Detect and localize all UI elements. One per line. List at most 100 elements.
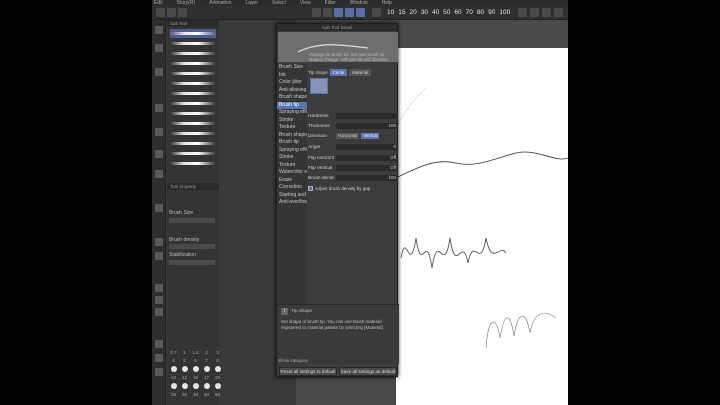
brush-icon[interactable] xyxy=(356,8,365,17)
size-preset[interactable]: 30 xyxy=(420,8,429,18)
undo-icon[interactable] xyxy=(312,8,321,17)
size-dot[interactable] xyxy=(181,366,188,372)
size-preset[interactable]: 40 xyxy=(431,8,440,18)
drawing-paper[interactable] xyxy=(395,48,568,405)
category-item[interactable]: Ink xyxy=(277,72,307,80)
brush-size-slider[interactable] xyxy=(169,218,215,223)
size-preset[interactable]: 10 xyxy=(386,8,395,18)
layer-icon[interactable] xyxy=(542,8,551,17)
new-icon[interactable] xyxy=(156,8,165,17)
category-item-selected[interactable]: Brush tip xyxy=(277,101,307,109)
pen-tool-icon[interactable] xyxy=(155,26,163,34)
dot-size[interactable]: 6 xyxy=(191,358,200,363)
brush-item[interactable] xyxy=(170,139,216,148)
category-item[interactable]: Anti-aliasing xyxy=(277,87,307,95)
reset-all-button[interactable]: Reset all settings to default xyxy=(279,367,337,376)
material-icon[interactable] xyxy=(155,284,163,292)
sphere-icon[interactable] xyxy=(155,354,163,362)
redo-icon[interactable] xyxy=(323,8,332,17)
brush-item[interactable] xyxy=(170,119,216,128)
size-preset[interactable]: 80 xyxy=(476,8,485,18)
horizontal-button[interactable]: Horizontal xyxy=(336,133,360,139)
pencil-icon[interactable] xyxy=(345,8,354,17)
brush-item[interactable] xyxy=(170,99,216,108)
dot-size[interactable]: 20 xyxy=(213,375,222,380)
figure-icon[interactable] xyxy=(155,368,163,376)
size-dot[interactable] xyxy=(170,383,177,389)
category-item[interactable]: Watercolor edge xyxy=(277,169,307,177)
flip-horizontal-value[interactable]: Off xyxy=(336,155,398,161)
dot-size[interactable]: 60 xyxy=(213,392,222,397)
thickness-row[interactable]: Thickness 100 xyxy=(308,122,398,130)
palette-icon[interactable] xyxy=(155,252,163,260)
brush-item[interactable] xyxy=(170,149,216,158)
hardness-row[interactable]: Hardness xyxy=(308,112,398,120)
size-preset[interactable]: 100 xyxy=(498,8,511,18)
brush-item[interactable] xyxy=(170,29,216,38)
dot-size[interactable]: 4 xyxy=(169,358,178,363)
category-item[interactable]: Correction xyxy=(277,184,307,192)
category-item[interactable]: Spraying effect xyxy=(277,147,307,155)
category-item[interactable]: Brush Size xyxy=(277,64,307,72)
vertical-button[interactable]: Vertical xyxy=(361,133,380,139)
brush-item[interactable] xyxy=(170,69,216,78)
category-item[interactable]: Anti-overflow xyxy=(277,199,307,207)
size-dot[interactable] xyxy=(214,383,221,389)
snap-icon[interactable] xyxy=(554,8,563,17)
material-toggle[interactable]: Material xyxy=(349,69,372,76)
angle-row[interactable]: Angle 0 xyxy=(308,143,398,151)
dot-size[interactable]: 50 xyxy=(202,392,211,397)
star-icon[interactable] xyxy=(155,204,163,212)
dot-size[interactable]: 1.5 xyxy=(191,350,200,355)
brush-item[interactable] xyxy=(170,129,216,138)
thickness-value[interactable]: 100 xyxy=(336,123,398,129)
stabilization-slider[interactable] xyxy=(169,260,215,265)
dot-size[interactable]: 30 xyxy=(180,392,189,397)
size-dot[interactable] xyxy=(203,366,210,372)
brush-density-value[interactable]: 100 xyxy=(336,175,398,181)
category-item[interactable]: Brush tip xyxy=(277,139,307,147)
size-dot[interactable] xyxy=(192,383,199,389)
category-item[interactable]: Spraying effect xyxy=(277,109,307,117)
pen-icon[interactable] xyxy=(334,8,343,17)
angle-value[interactable]: 0 xyxy=(336,144,398,150)
checkbox-icon[interactable] xyxy=(308,185,313,191)
size-preset[interactable]: 15 xyxy=(397,8,406,18)
category-item[interactable]: Stroke xyxy=(277,117,307,125)
size-preset[interactable]: 50 xyxy=(442,8,451,18)
dot-size[interactable]: 3 xyxy=(213,350,222,355)
save-default-button[interactable]: Save all settings as default xyxy=(339,367,397,376)
show-category-toggle[interactable]: Show category xyxy=(278,358,308,363)
open-icon[interactable] xyxy=(167,8,176,17)
category-item[interactable]: Brush shape xyxy=(277,132,307,140)
brush-item[interactable] xyxy=(170,79,216,88)
category-item[interactable]: Color jitter xyxy=(277,79,307,87)
dot-size[interactable]: 8 xyxy=(213,358,222,363)
dot-size[interactable]: 17 xyxy=(202,375,211,380)
dot-size[interactable]: 15 xyxy=(191,375,200,380)
size-preset[interactable]: 70 xyxy=(465,8,474,18)
save-icon[interactable] xyxy=(178,8,187,17)
flip-vertical-row[interactable]: Flip vertical Off xyxy=(308,164,398,172)
size-dot[interactable] xyxy=(192,366,199,372)
size-dot[interactable] xyxy=(214,366,221,372)
flip-vertical-value[interactable]: Off xyxy=(336,165,398,171)
fill-tool-icon[interactable] xyxy=(155,128,163,136)
brush-item[interactable] xyxy=(170,109,216,118)
brush-density-row[interactable]: Brush density 100 xyxy=(308,174,398,182)
size-preset[interactable]: 60 xyxy=(453,8,462,18)
category-item[interactable]: Texture xyxy=(277,124,307,132)
dot-size[interactable]: 0.7 xyxy=(169,350,178,355)
brush-item[interactable] xyxy=(170,89,216,98)
brush-item[interactable] xyxy=(170,49,216,58)
size-preset[interactable]: 20 xyxy=(408,8,417,18)
brush-item[interactable] xyxy=(170,159,216,168)
figure-tool-icon[interactable] xyxy=(155,104,163,112)
color-swatch-icon[interactable] xyxy=(155,238,163,246)
dot-size[interactable]: 1 xyxy=(180,350,189,355)
category-item[interactable]: Starting and ending xyxy=(277,192,307,200)
category-item[interactable]: Brush shape xyxy=(277,94,307,102)
dot-size[interactable]: 2 xyxy=(202,350,211,355)
category-item[interactable]: Erase xyxy=(277,177,307,185)
gradient-tool-icon[interactable] xyxy=(155,150,163,158)
